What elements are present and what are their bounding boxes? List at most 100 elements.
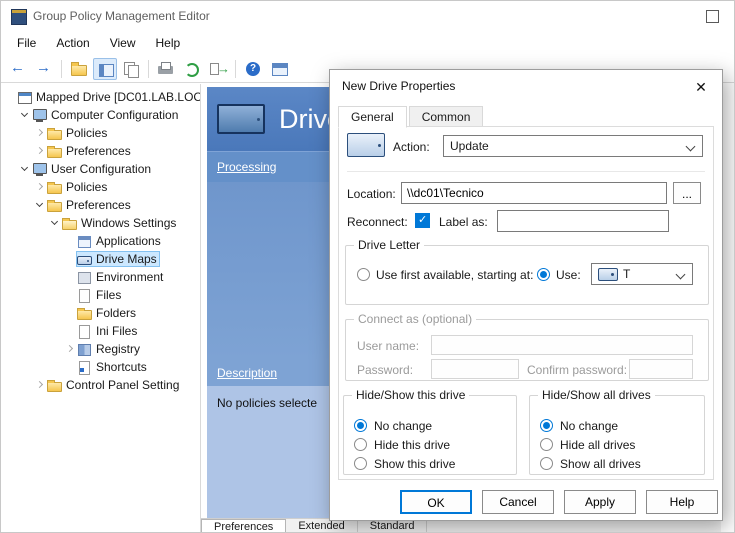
tree-item-files[interactable]: Files xyxy=(1,286,200,304)
tree-item-label: Shortcuts xyxy=(96,360,147,374)
location-input[interactable] xyxy=(401,182,667,204)
maximize-button[interactable] xyxy=(706,10,719,23)
apply-button[interactable]: Apply xyxy=(564,490,636,514)
chevron-right-icon[interactable] xyxy=(65,344,75,354)
hide-show-all-option-show-all-drives[interactable]: Show all drives xyxy=(540,454,700,473)
help-icon[interactable] xyxy=(241,58,265,80)
tree-item-policies[interactable]: Policies xyxy=(1,124,200,142)
folder-icon xyxy=(47,199,62,212)
reconnect-checkbox[interactable] xyxy=(415,213,430,228)
icon-view-icon[interactable] xyxy=(267,58,291,80)
tree-node: User Configuration xyxy=(31,161,154,177)
radio-hide-this-drive[interactable] xyxy=(354,438,367,451)
tree-item-drive-maps[interactable]: Drive Maps xyxy=(1,250,200,268)
label-as-input[interactable] xyxy=(497,210,669,232)
tree-item-policies[interactable]: Policies xyxy=(1,178,200,196)
tree-item-label: Files xyxy=(96,288,121,302)
radio-no-change[interactable] xyxy=(354,419,367,432)
radio-hide-all-drives[interactable] xyxy=(540,438,553,451)
chevron-spacer xyxy=(65,272,75,282)
chevron-down-icon[interactable] xyxy=(50,218,60,228)
tree-item-user-configuration[interactable]: User Configuration xyxy=(1,160,200,178)
refresh-icon[interactable] xyxy=(180,58,204,80)
help-button[interactable]: Help xyxy=(646,490,718,514)
ok-button[interactable]: OK xyxy=(400,490,472,514)
hide-show-this-option-hide-this-drive[interactable]: Hide this drive xyxy=(354,435,512,454)
radio-use[interactable] xyxy=(537,268,550,281)
tree-node: Drive Maps xyxy=(76,251,160,267)
cancel-button[interactable]: Cancel xyxy=(482,490,554,514)
export-list-icon[interactable] xyxy=(206,58,230,80)
hide-show-this-option-no-change[interactable]: No change xyxy=(354,416,512,435)
radio-show-all-drives[interactable] xyxy=(540,457,553,470)
confirm-password-input xyxy=(629,359,693,379)
tree-item-ini-files[interactable]: Ini Files xyxy=(1,322,200,340)
view-tab-preferences[interactable]: Preferences xyxy=(201,519,286,532)
tree-item-control-panel-setting[interactable]: Control Panel Setting xyxy=(1,376,200,394)
tree-item-windows-settings[interactable]: Windows Settings xyxy=(1,214,200,232)
copy-icon[interactable] xyxy=(119,58,143,80)
hide-show-this-label-hide-this-drive: Hide this drive xyxy=(374,438,450,452)
drive-letter-group-label: Drive Letter xyxy=(354,238,424,252)
hide-show-this-label-show-this-drive: Show this drive xyxy=(374,457,455,471)
tree-item-shortcuts[interactable]: Shortcuts xyxy=(1,358,200,376)
description-text: No policies selecte xyxy=(217,396,317,410)
hide-show-all-drives-label: Hide/Show all drives xyxy=(538,388,655,402)
chevron-right-icon[interactable] xyxy=(35,182,45,192)
hide-show-all-option-hide-all-drives[interactable]: Hide all drives xyxy=(540,435,700,454)
chevron-down-icon xyxy=(686,142,696,152)
tree-node: Computer Configuration xyxy=(31,107,181,123)
password-input xyxy=(431,359,519,379)
console-icon xyxy=(17,91,32,104)
tab-common[interactable]: Common xyxy=(409,106,484,128)
hide-show-this-option-show-this-drive[interactable]: Show this drive xyxy=(354,454,512,473)
back-icon[interactable] xyxy=(6,58,30,80)
hide-show-all-option-no-change[interactable]: No change xyxy=(540,416,700,435)
tree-item-folders[interactable]: Folders xyxy=(1,304,200,322)
hide-show-this-label-no-change: No change xyxy=(374,419,432,433)
chevron-right-icon[interactable] xyxy=(35,380,45,390)
menu-help[interactable]: Help xyxy=(146,31,191,55)
hide-show-all-options: No changeHide all drivesShow all drives xyxy=(540,416,700,473)
tree-item-label: Folders xyxy=(96,306,136,320)
tree-item-computer-configuration[interactable]: Computer Configuration xyxy=(1,106,200,124)
chevron-down-icon[interactable] xyxy=(20,164,30,174)
drive-icon xyxy=(347,133,385,157)
menu-file[interactable]: File xyxy=(7,31,46,55)
tree-item-environment[interactable]: Environment xyxy=(1,268,200,286)
action-dropdown[interactable]: Update xyxy=(443,135,703,157)
drive-letter-dropdown[interactable]: T xyxy=(591,263,693,285)
forward-icon[interactable] xyxy=(32,58,56,80)
chevron-spacer xyxy=(65,308,75,318)
user-name-input xyxy=(431,335,693,355)
up-folder-icon[interactable] xyxy=(67,58,91,80)
show-hide-tree-icon[interactable] xyxy=(93,58,117,80)
description-link[interactable]: Description xyxy=(217,366,277,380)
chevron-right-icon[interactable] xyxy=(35,146,45,156)
tree-item-preferences[interactable]: Preferences xyxy=(1,142,200,160)
browse-button[interactable]: ... xyxy=(673,182,701,204)
close-icon[interactable]: ✕ xyxy=(690,76,712,98)
navigation-tree: Mapped Drive [DC01.LAB.LOCAComputer Conf… xyxy=(1,84,201,532)
tab-general[interactable]: General xyxy=(338,106,407,128)
tree-item-applications[interactable]: Applications xyxy=(1,232,200,250)
password-label: Password: xyxy=(357,363,413,377)
folder-icon xyxy=(47,145,62,158)
radio-use-first-available[interactable] xyxy=(357,268,370,281)
radio-no-change[interactable] xyxy=(540,419,553,432)
chevron-right-icon[interactable] xyxy=(35,128,45,138)
print-icon[interactable] xyxy=(154,58,178,80)
reconnect-label: Reconnect: xyxy=(347,215,408,229)
tree-node: Registry xyxy=(76,341,143,357)
menu-view[interactable]: View xyxy=(100,31,146,55)
window-title: Group Policy Management Editor xyxy=(33,1,210,31)
radio-show-this-drive[interactable] xyxy=(354,457,367,470)
tree-item-mapped-drive-dc01-lab-loca[interactable]: Mapped Drive [DC01.LAB.LOCA xyxy=(1,88,200,106)
tree-item-registry[interactable]: Registry xyxy=(1,340,200,358)
chevron-down-icon[interactable] xyxy=(35,200,45,210)
hide-show-this-drive-label: Hide/Show this drive xyxy=(352,388,469,402)
menu-action[interactable]: Action xyxy=(46,31,99,55)
tree-item-preferences[interactable]: Preferences xyxy=(1,196,200,214)
chevron-down-icon[interactable] xyxy=(20,110,30,120)
processing-link[interactable]: Processing xyxy=(217,160,276,174)
